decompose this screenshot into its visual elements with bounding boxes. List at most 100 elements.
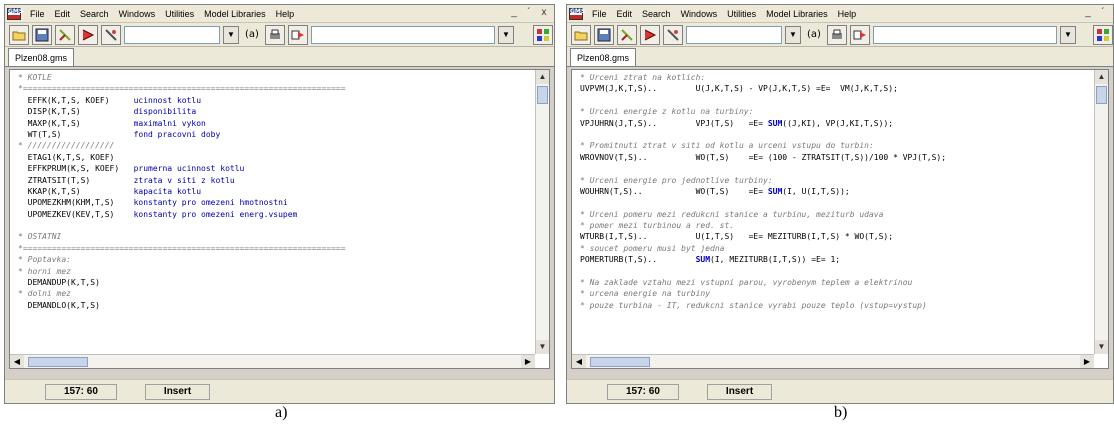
scroll-thumb[interactable] [28, 356, 88, 367]
run-arrow-icon[interactable] [78, 24, 98, 45]
chevron-down-icon[interactable]: ▼ [785, 25, 801, 44]
code-text: WTURB(I,T,S).. U(I,T,S) =E= MEZITURB(I,T… [580, 232, 894, 242]
declaration-name: DEMANDLO(K,T,S) [18, 300, 134, 310]
library-tool-icon[interactable] [663, 24, 683, 45]
code-equation-line: POMERTURB(T,S).. SUM(I, MEZITURB(I,T,S))… [580, 254, 1092, 265]
scroll-thumb[interactable] [590, 356, 650, 367]
minimize-icon[interactable]: _ [1082, 7, 1094, 18]
model-select[interactable] [124, 25, 220, 44]
chevron-left-icon[interactable]: ◀ [10, 354, 24, 368]
chevron-down-icon[interactable]: ▼ [1095, 340, 1108, 354]
code-text: ((J,KI), VP(J,KI,T,S)); [782, 118, 894, 128]
declaration-name: MAXP(K,T,S) [18, 118, 134, 128]
code-comment-line: * Urceni energie z kotlu na turbiny: [580, 107, 754, 117]
chevron-left-icon[interactable]: ◀ [572, 354, 586, 368]
code-editor[interactable]: * Urceni ztrat na kotlich: UVPVM(J,K,T,S)… [571, 69, 1109, 369]
restore-icon[interactable]: ´ [523, 7, 535, 18]
caption-a: a) [275, 404, 288, 421]
code-text: WROVNOV(T,S).. WO(T,S) =E= (100 - ZTRATS… [580, 152, 947, 162]
restore-icon[interactable]: ´ [1097, 7, 1109, 18]
menu-search[interactable]: Search [637, 9, 676, 19]
code-declaration-line: KKAP(K,T,S) kapacita kotlu [18, 186, 533, 197]
lib-button[interactable]: (a) [242, 29, 262, 40]
caption-b: b) [834, 404, 848, 421]
library-tool-icon[interactable] [101, 24, 121, 45]
chevron-right-icon[interactable]: ▶ [1080, 354, 1094, 368]
file-select[interactable] [310, 25, 495, 44]
code-comment-line: *=======================================… [18, 84, 346, 94]
grid-tool-icon[interactable] [532, 24, 553, 45]
chevron-right-icon[interactable]: ▶ [521, 354, 535, 368]
menu-file[interactable]: File [25, 9, 50, 19]
chevron-up-icon[interactable]: ▲ [536, 70, 549, 84]
lib-button[interactable]: (a) [804, 29, 824, 40]
menu-edit[interactable]: Edit [50, 9, 76, 19]
code-declaration-line: DEMANDLO(K,T,S) [18, 300, 533, 311]
scroll-thumb[interactable] [537, 86, 548, 104]
run-icon[interactable] [287, 24, 308, 45]
menu-bar: GMS File Edit Search Windows Utilities M… [567, 5, 1113, 23]
chevron-down-icon[interactable]: ▼ [497, 25, 514, 44]
close-icon[interactable]: x [538, 7, 550, 18]
chevron-down-icon[interactable]: ▼ [1059, 25, 1076, 44]
save-icon[interactable] [32, 24, 52, 45]
keyword-sum: SUM [767, 118, 783, 128]
model-select[interactable] [686, 25, 782, 44]
gams-app-icon: GMS [7, 7, 23, 20]
vertical-scrollbar[interactable]: ▲ ▼ [535, 70, 549, 354]
model-tool-icon[interactable] [617, 24, 637, 45]
menu-utilities[interactable]: Utilities [160, 9, 199, 19]
menu-help[interactable]: Help [271, 9, 300, 19]
save-icon[interactable] [594, 24, 614, 45]
model-tool-icon[interactable] [55, 24, 75, 45]
code-comment-line: * soucet pomeru musi byt jedna [580, 243, 725, 253]
tab-file[interactable]: Plzen08.gms [8, 48, 75, 66]
grid-tool-icon[interactable] [1092, 24, 1113, 45]
declaration-description: maximalni vykon [133, 118, 206, 128]
declaration-name: EFFK(K,T,S, KOEF) [18, 95, 134, 105]
menu-file[interactable]: File [587, 9, 612, 19]
menu-model-libraries[interactable]: Model Libraries [761, 9, 833, 19]
code-comment-line: *=======================================… [18, 243, 346, 253]
code-text: (I, U(I,T,S)); [782, 186, 850, 196]
editor-window-b: GMS File Edit Search Windows Utilities M… [566, 4, 1114, 404]
toolbar: ▼ (a) ▼ [567, 23, 1113, 47]
run-arrow-icon[interactable] [640, 24, 660, 45]
minimize-icon[interactable]: _ [508, 7, 520, 18]
menu-edit[interactable]: Edit [612, 9, 638, 19]
code-text: POMERTURB(T,S).. [580, 255, 696, 265]
code-declaration-line: EFFK(K,T,S, KOEF) ucinnost kotlu [18, 95, 533, 106]
menu-model-libraries[interactable]: Model Libraries [199, 9, 271, 19]
menu-windows[interactable]: Windows [114, 9, 161, 19]
open-folder-icon[interactable] [9, 24, 29, 45]
code-area[interactable]: * Urceni ztrat na kotlich: UVPVM(J,K,T,S)… [580, 72, 1092, 354]
print-icon[interactable] [826, 24, 847, 45]
code-equation-line: VPJUHRN(J,T,S).. VPJ(T,S) =E= SUM((J,KI)… [580, 118, 1092, 129]
vertical-scrollbar[interactable]: ▲ ▼ [1094, 70, 1108, 354]
code-editor[interactable]: * KOTLE *================================… [9, 69, 550, 369]
code-text: (I, MEZITURB(I,T,S)) =E= 1; [710, 255, 841, 265]
chevron-down-icon[interactable]: ▼ [223, 25, 239, 44]
menu-windows[interactable]: Windows [676, 9, 723, 19]
chevron-down-icon[interactable]: ▼ [536, 340, 549, 354]
menu-search[interactable]: Search [75, 9, 114, 19]
print-icon[interactable] [264, 24, 285, 45]
chevron-up-icon[interactable]: ▲ [1095, 70, 1108, 84]
declaration-description: prumerna ucinnost kotlu [133, 164, 245, 174]
editor-window-a: GMS File Edit Search Windows Utilities M… [4, 4, 555, 404]
scroll-thumb[interactable] [1096, 86, 1107, 104]
declaration-name: UPOMEZKEV(KEV,T,S) [18, 209, 134, 219]
code-comment-line: * dolni mez [18, 289, 71, 299]
code-area[interactable]: * KOTLE *================================… [18, 72, 533, 354]
menu-help[interactable]: Help [833, 9, 862, 19]
declaration-name: UPOMEZKHM(KHM,T,S) [18, 198, 134, 208]
tab-file[interactable]: Plzen08.gms [570, 48, 637, 66]
open-folder-icon[interactable] [571, 24, 591, 45]
horizontal-scrollbar[interactable]: ◀ ▶ [572, 354, 1094, 368]
run-icon[interactable] [849, 24, 870, 45]
menu-utilities[interactable]: Utilities [722, 9, 761, 19]
file-select[interactable] [872, 25, 1057, 44]
horizontal-scrollbar[interactable]: ◀ ▶ [10, 354, 535, 368]
declaration-description: ztrata v siti z kotlu [133, 175, 235, 185]
